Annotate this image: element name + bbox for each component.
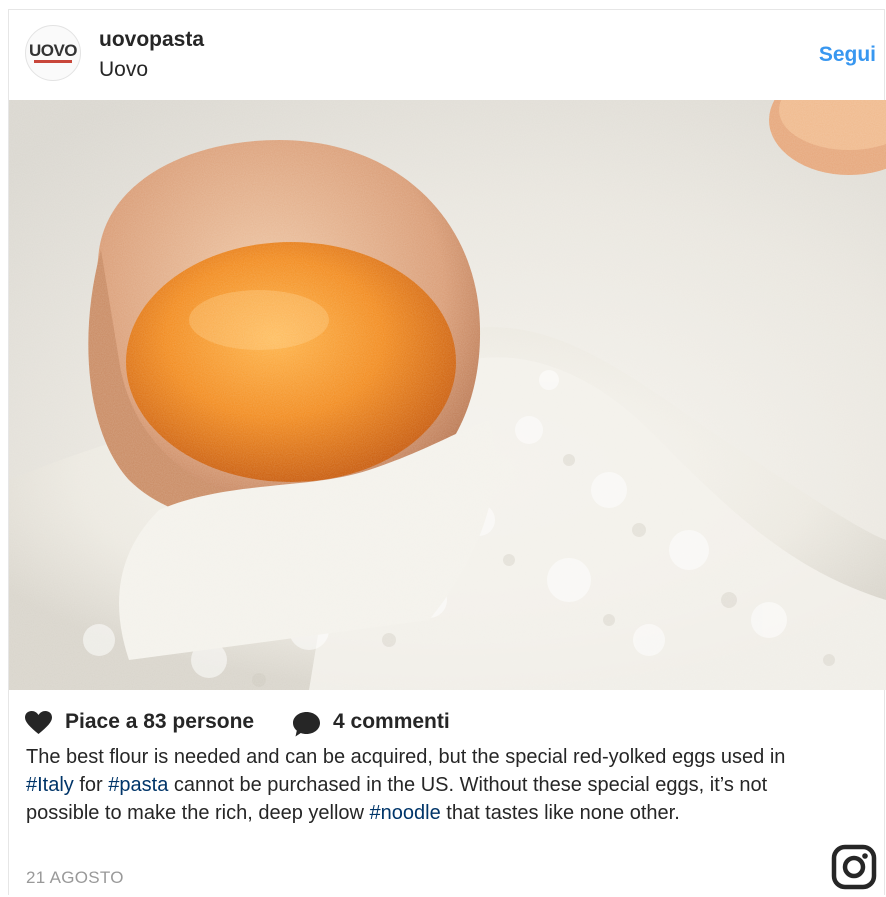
likes-count[interactable]: Piace a 83 persone — [65, 710, 254, 734]
post-card: UOVO uovopasta Uovo Segui Piace a 83 per… — [8, 9, 886, 895]
speech-bubble-icon[interactable] — [293, 712, 320, 737]
post-actions: Piace a 83 persone 4 commenti — [25, 707, 625, 737]
post-header: UOVO uovopasta Uovo Segui — [9, 10, 884, 99]
heart-icon[interactable] — [25, 711, 52, 735]
comments-count[interactable]: 4 commenti — [333, 710, 450, 734]
hashtag-link[interactable]: #noodle — [370, 802, 441, 824]
username-link[interactable]: uovopasta — [99, 28, 204, 52]
location-link[interactable]: Uovo — [99, 58, 148, 82]
caption-text: The best flour is needed and can be acqu… — [26, 746, 786, 768]
avatar-logo-text: UOVO — [28, 41, 78, 60]
caption-text: for — [73, 774, 109, 796]
avatar-logo-bar — [34, 60, 72, 63]
hashtag-link[interactable]: #pasta — [108, 774, 168, 796]
post-caption: The best flour is needed and can be acqu… — [26, 743, 826, 827]
avatar[interactable]: UOVO — [25, 25, 81, 81]
follow-button[interactable]: Segui — [819, 43, 876, 67]
instagram-icon[interactable] — [831, 844, 877, 890]
caption-text: that tastes like none other. — [440, 802, 680, 824]
egg-in-flour-image — [9, 100, 886, 690]
hashtag-link[interactable]: #Italy — [26, 774, 74, 796]
post-date[interactable]: 21 AGOSTO — [26, 868, 124, 888]
post-photo[interactable] — [9, 100, 886, 690]
